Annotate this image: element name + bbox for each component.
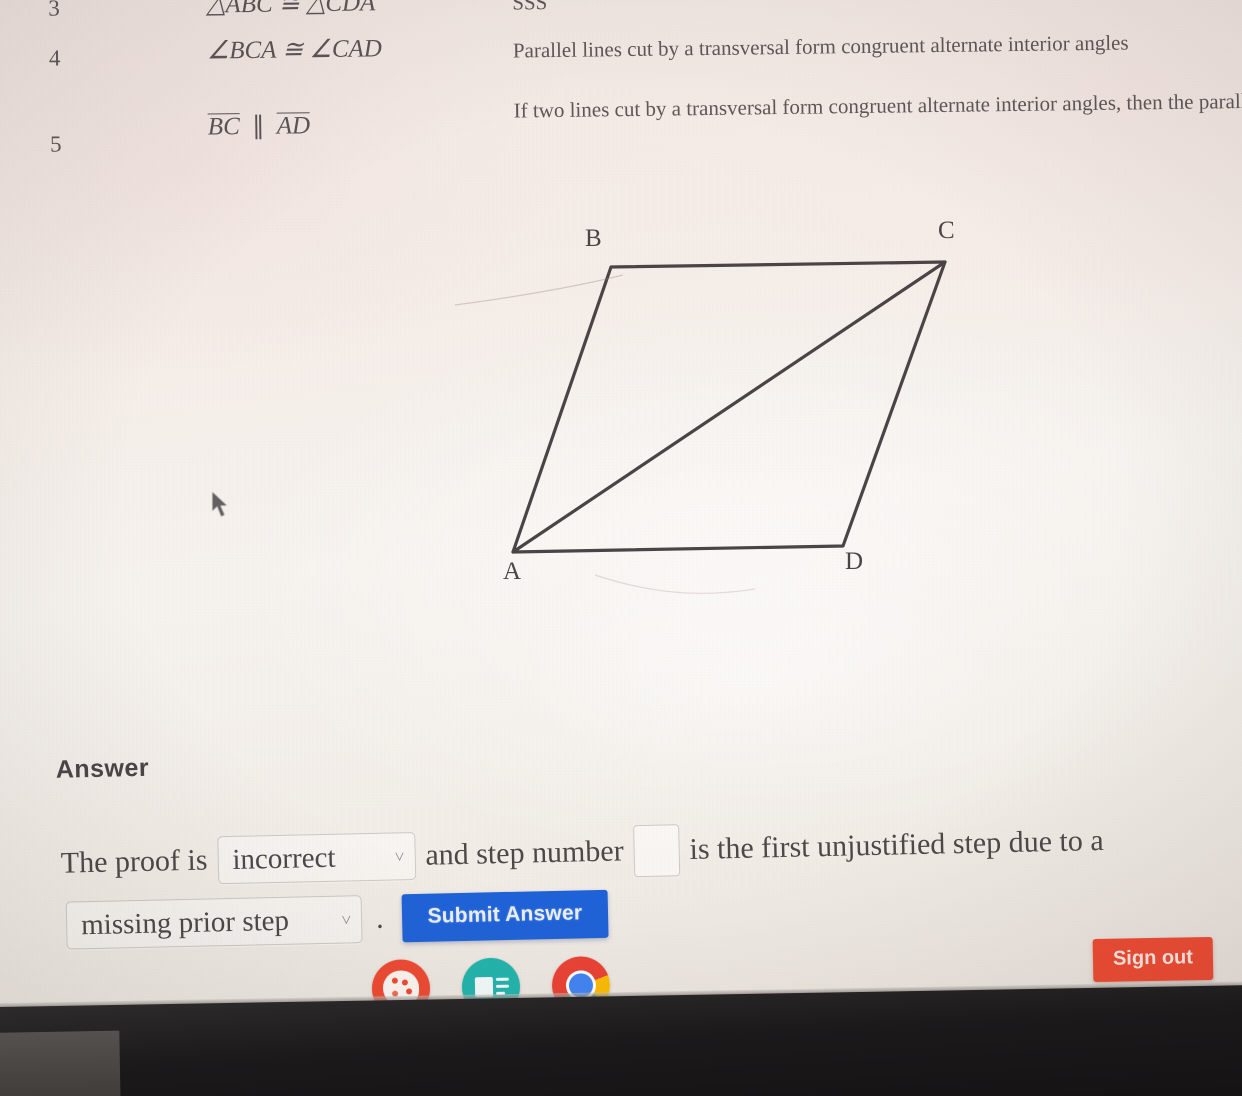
segment-bc-label: BC [207, 113, 240, 141]
vertex-label-c: C [938, 217, 955, 244]
parallel-symbol: ∥ [251, 112, 265, 140]
answer-heading: Answer [55, 753, 150, 784]
step-statement-5: BC ∥ AD [207, 110, 311, 141]
parallelogram-svg [455, 260, 947, 594]
step-number-4: 4 [48, 45, 61, 71]
sentence-period: . [375, 901, 384, 935]
vertex-label-b: B [585, 225, 602, 252]
submit-answer-button[interactable]: Submit Answer [401, 889, 609, 943]
answer-middle-text: and step number [425, 834, 624, 872]
segment-ad-label: AD [276, 112, 311, 140]
chevron-down-icon: ˅ [341, 909, 352, 930]
slides-line [495, 984, 510, 988]
mouse-cursor-icon [211, 490, 230, 518]
palette-dot [401, 979, 408, 986]
answer-suffix-text: is the first unjustified step due to a [689, 823, 1104, 866]
slides-line [495, 977, 509, 981]
answer-prefix-text: The proof is [60, 843, 208, 880]
vertex-label-a: A [503, 558, 522, 585]
answer-line-1: The proof is incorrect ˅ and step number… [60, 815, 1104, 890]
paper-scratch [594, 574, 756, 594]
diagonal-ac [511, 260, 947, 554]
answer-section: Answer The proof is incorrect ˅ and step… [0, 708, 1242, 965]
sign-out-button[interactable]: Sign out [1092, 936, 1214, 983]
step-number-5: 5 [49, 131, 62, 157]
step-statement-4: ∠BCA ≅ ∠CAD [206, 35, 383, 65]
geometry-figure: B C D A [455, 215, 1015, 615]
screen-photo: 3 △ABC ≅ △CDA SSS 4 ∠BCA ≅ ∠CAD Parallel… [0, 0, 1242, 1096]
vertex-label-d: D [845, 548, 864, 575]
palette-dot [391, 977, 398, 984]
step-number-input[interactable] [633, 824, 681, 878]
reason-dropdown[interactable]: missing prior step ˅ [65, 895, 363, 950]
answer-line-2: missing prior step ˅ . Submit Answer [65, 889, 609, 950]
step-number-3: 3 [48, 0, 60, 21]
correctness-dropdown-value: incorrect [232, 841, 336, 876]
palette-dot [406, 988, 413, 995]
reason-dropdown-value: missing prior step [80, 904, 290, 941]
chevron-down-icon: ˅ [394, 846, 405, 866]
correctness-dropdown[interactable]: incorrect ˅ [216, 831, 416, 885]
desk-surface [0, 1030, 121, 1096]
step-statement-3: △ABC ≅ △CDA [206, 0, 376, 19]
